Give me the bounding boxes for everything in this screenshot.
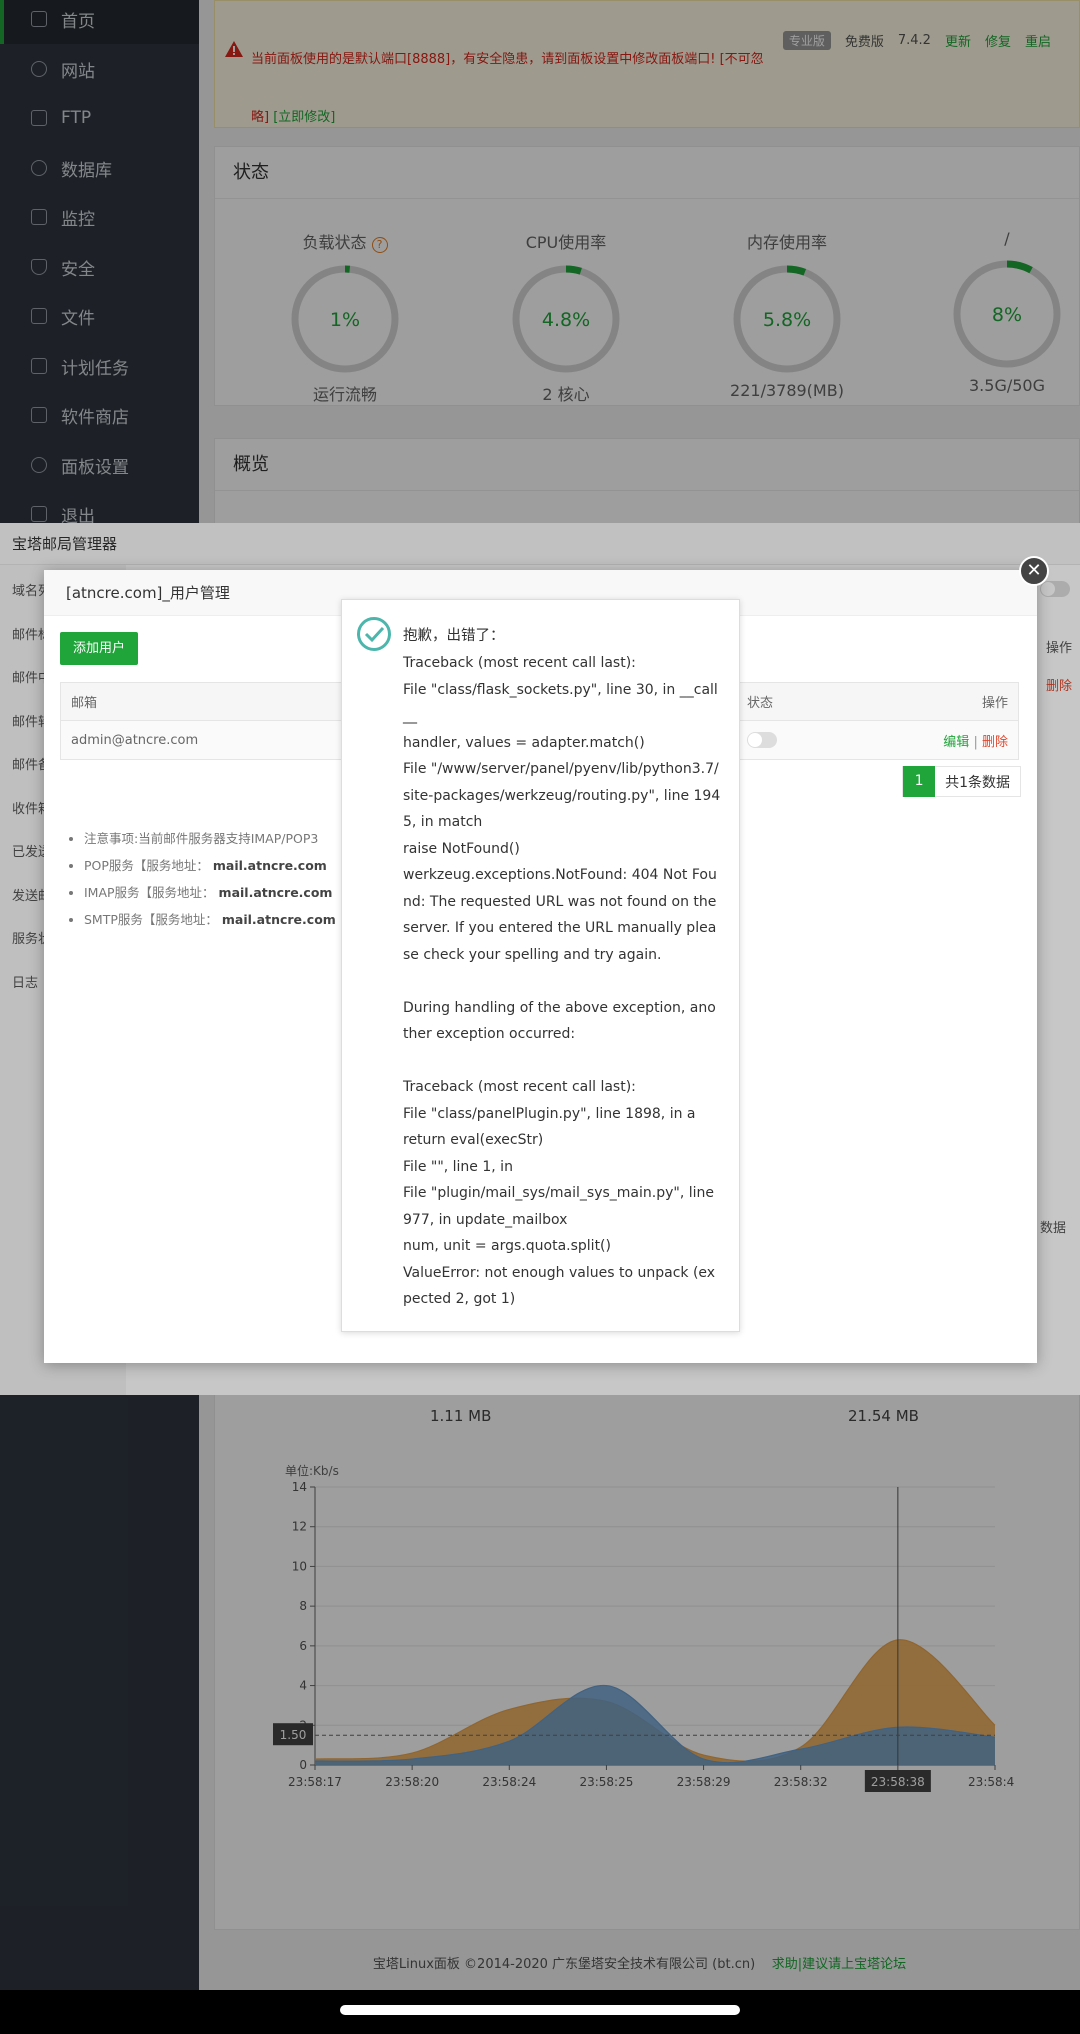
col-email[interactable]: 邮箱 [71,692,97,711]
note-item: POP服务【服务地址： mail.atncre.com [84,852,336,879]
close-icon[interactable]: ✕ [1019,556,1049,586]
pagination: 1 共1条数据 [902,766,1021,797]
add-user-button[interactable]: 添加用户 [60,632,138,665]
error-popup: 抱歉，出错了： Traceback (most recent call last… [341,599,740,1332]
user-status-toggle[interactable] [747,732,777,748]
edit-user-link[interactable]: 编辑 [943,735,969,750]
error-traceback: Traceback (most recent call last): File … [403,655,721,1307]
col-status[interactable]: 状态 [747,692,773,711]
col-action: 操作 [981,696,1008,711]
user-email: admin@atncre.com [71,732,199,748]
note-item: 注意事项:当前邮件服务器支持IMAP/POP3 [84,825,336,852]
notes-list: 注意事项:当前邮件服务器支持IMAP/POP3 POP服务【服务地址： mail… [84,825,336,933]
error-title: 抱歉，出错了： [403,628,505,644]
page-total: 共1条数据 [945,774,1010,791]
app-root: 首页 网站 FTP 数据库 监控 安全 文件 计划任务 软件商店 面板设置 退出… [0,0,1080,1990]
page-current[interactable]: 1 [903,766,936,797]
note-item: IMAP服务【服务地址： mail.atncre.com [84,879,336,906]
check-circle-icon [357,617,391,651]
delete-user-link[interactable]: 删除 [982,735,1008,750]
home-indicator[interactable] [340,2005,740,2015]
note-item: SMTP服务【服务地址： mail.atncre.com [84,906,336,933]
separator: | [973,734,978,750]
